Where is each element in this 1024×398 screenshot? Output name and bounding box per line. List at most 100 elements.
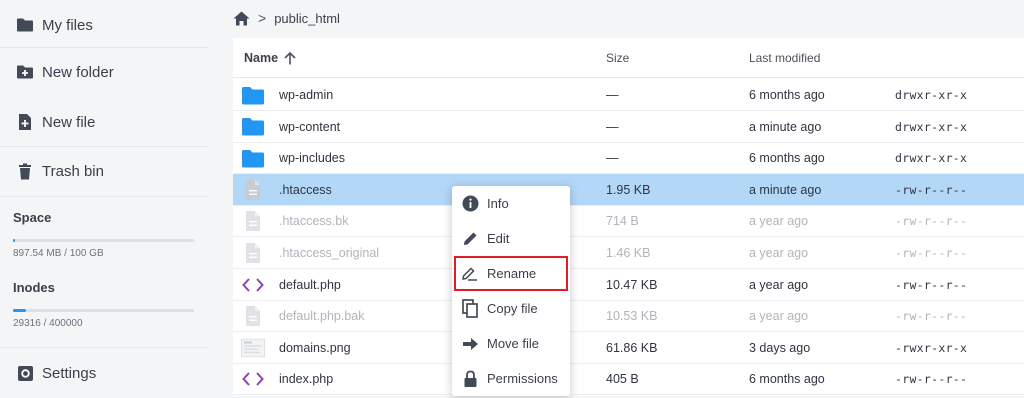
arrow-up-icon <box>284 51 296 65</box>
file-permissions: -rw-r--r-- <box>895 277 968 292</box>
file-name: wp-includes <box>279 151 346 166</box>
table-row[interactable]: .htaccess_original 1.46 KB a year ago -rw-r… <box>233 237 1024 269</box>
inodes-label: Inodes <box>13 280 55 295</box>
column-header-name[interactable]: Name <box>244 38 296 78</box>
file-name: wp-content <box>279 119 341 134</box>
code-icon <box>241 274 265 296</box>
table-row[interactable]: wp-admin — 6 months ago drwxr-xr-x <box>233 79 1024 111</box>
sidebar-item-label: My files <box>42 16 93 34</box>
file-name: wp-admin <box>279 88 334 102</box>
context-menu-label: Move file <box>487 336 540 351</box>
file-permissions: -rw-r--r-- <box>895 214 968 229</box>
table-row[interactable]: wp-includes — 6 months ago drwxr-xr-x <box>233 142 1024 175</box>
file-modified: 6 months ago <box>749 151 825 166</box>
table-row[interactable]: wp-content — a minute ago drwxr-xr-x <box>233 111 1024 143</box>
file-modified: a minute ago <box>749 119 822 134</box>
sidebar-item-label: New file <box>42 113 96 131</box>
file-modified: 3 days ago <box>749 340 811 355</box>
file-table: Name Size Last modified wp-admin — 6 month… <box>233 38 1024 396</box>
file-name: .htaccess.bk <box>279 214 349 229</box>
table-row[interactable]: .htaccess.bk 714 B a year ago -rw-r--r-- <box>233 205 1024 238</box>
file-permissions: -rw-r--r-- <box>895 372 968 387</box>
file-permissions: -rw-r--r-- <box>895 246 968 260</box>
inodes-progress-bar <box>13 309 194 312</box>
rename-icon <box>461 265 479 283</box>
file-permissions: drwxr-xr-x <box>895 151 968 166</box>
context-menu-label: Info <box>487 196 509 211</box>
context-menu-item-move-file[interactable]: Move file <box>452 326 570 361</box>
file-name: domains.png <box>279 340 351 355</box>
file-size: — <box>606 119 619 134</box>
file-modified: a minute ago <box>749 182 822 197</box>
sidebar-item-new-file[interactable]: New file <box>0 97 208 147</box>
folder-icon <box>241 147 265 169</box>
context-menu-label: Rename <box>487 266 537 281</box>
home-icon[interactable] <box>233 11 250 26</box>
new-folder-icon <box>16 63 34 81</box>
breadcrumb-separator: > <box>258 10 267 26</box>
space-usage-text: 897.54 MB / 100 GB <box>13 248 104 259</box>
context-menu-item-permissions[interactable]: Permissions <box>452 361 570 396</box>
table-row[interactable]: default.php 10.47 KB a year ago -rw-r--r-- <box>233 269 1024 301</box>
sidebar-item-label: New folder <box>42 63 114 81</box>
file-permissions: drwxr-xr-x <box>895 88 968 102</box>
arrow-right-icon <box>461 335 479 353</box>
sidebar-item-trash-bin[interactable]: Trash bin <box>0 146 208 196</box>
file-modified: a year ago <box>749 309 809 324</box>
sidebar-item-settings[interactable]: Settings <box>0 348 208 398</box>
file-modified: a year ago <box>749 277 809 292</box>
table-row[interactable]: .htaccess 1.95 KB a minute ago -rw-r--r-- <box>233 173 1024 206</box>
file-size: 405 B <box>606 372 639 387</box>
space-progress-fill <box>13 239 15 242</box>
settings-icon <box>16 364 34 382</box>
sidebar-item-label: Settings <box>42 364 97 382</box>
file-permissions: -rwxr-xr-x <box>895 340 968 355</box>
folder-icon <box>241 116 265 138</box>
file-size: 714 B <box>606 214 639 229</box>
context-menu-item-rename[interactable]: Rename <box>454 256 568 291</box>
file-permissions: -rw-r--r-- <box>895 309 968 324</box>
file-size: — <box>606 151 619 166</box>
trash-icon <box>16 162 34 180</box>
file-icon <box>241 210 265 232</box>
file-size: 1.46 KB <box>606 246 651 260</box>
new-file-icon <box>16 113 34 131</box>
table-header: Name Size Last modified <box>233 38 1024 78</box>
breadcrumb-current[interactable]: public_html <box>274 11 340 26</box>
file-name: index.php <box>279 372 334 387</box>
sidebar-item-label: Trash bin <box>42 162 104 180</box>
code-icon <box>241 368 265 390</box>
file-modified: a year ago <box>749 246 809 260</box>
column-header-last-modified[interactable]: Last modified <box>749 38 820 78</box>
info-icon <box>461 195 479 213</box>
file-modified: 6 months ago <box>749 372 825 387</box>
file-modified: a year ago <box>749 214 809 229</box>
context-menu-item-copy-file[interactable]: Copy file <box>452 291 570 326</box>
divider <box>0 196 208 197</box>
file-permissions: -rw-r--r-- <box>895 182 968 197</box>
file-name: default.php.bak <box>279 309 365 324</box>
file-size: 10.53 KB <box>606 309 658 324</box>
space-label: Space <box>13 210 52 225</box>
main-panel: > public_html Name Size Last modified wp… <box>219 0 1024 396</box>
sidebar-item-my-files[interactable]: My files <box>0 0 208 50</box>
context-menu-item-edit[interactable]: Edit <box>452 221 570 256</box>
breadcrumb: > public_html <box>233 8 340 28</box>
context-menu-label: Edit <box>487 231 510 246</box>
file-name: .htaccess_original <box>279 246 380 260</box>
table-row[interactable]: index.php 405 B 6 months ago -rw-r--r-- <box>233 363 1024 396</box>
copy-icon <box>461 299 479 318</box>
file-size: 61.86 KB <box>606 340 658 355</box>
column-header-size[interactable]: Size <box>606 38 629 78</box>
table-row[interactable]: domains.png 61.86 KB 3 days ago -rwxr-xr-x <box>233 332 1024 364</box>
sidebar-item-new-folder[interactable]: New folder <box>0 47 208 97</box>
folder-icon <box>16 16 34 34</box>
file-icon <box>241 305 265 327</box>
file-permissions: drwxr-xr-x <box>895 119 968 134</box>
table-row[interactable]: default.php.bak 10.53 KB a year ago -rw-r--… <box>233 300 1024 333</box>
file-icon <box>241 242 265 264</box>
pencil-icon <box>461 230 479 248</box>
context-menu-item-info[interactable]: Info <box>452 186 570 221</box>
file-name: .htaccess <box>279 182 332 197</box>
folder-icon <box>241 84 265 106</box>
